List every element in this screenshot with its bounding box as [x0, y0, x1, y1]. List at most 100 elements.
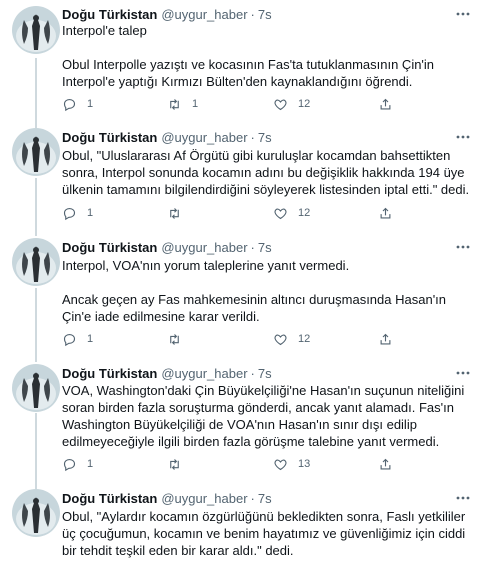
- more-icon[interactable]: [454, 489, 472, 507]
- retweet-icon: [170, 333, 179, 345]
- retweet-button[interactable]: [167, 330, 192, 348]
- share-icon: [380, 98, 391, 109]
- tweet-header: Doğu Türkistan @uygur_haber · 7s: [62, 238, 272, 256]
- tweet-actions: 1 12: [56, 204, 476, 222]
- reply-icon: [63, 333, 76, 346]
- tweet-paragraph: Obul Interpolle yazıştı ve kocasının Fas…: [62, 57, 435, 89]
- share-icon: [380, 207, 391, 218]
- separator-dot: ·: [250, 129, 255, 145]
- author-name[interactable]: Doğu Türkistan: [62, 130, 157, 145]
- retweet-button[interactable]: [167, 204, 192, 222]
- reply-button[interactable]: 1: [62, 455, 93, 473]
- avatar[interactable]: [12, 6, 60, 54]
- tweet-text: Obul, "Aylardır kocamın özgürlüğünü bekl…: [62, 508, 472, 559]
- tweet-timestamp[interactable]: 7s: [258, 7, 272, 22]
- like-count: 12: [298, 207, 311, 219]
- like-button[interactable]: 12: [273, 330, 310, 348]
- tweet-header: Doğu Türkistan @uygur_haber · 7s: [62, 489, 272, 507]
- figure-avatar-icon: [12, 238, 60, 286]
- tweet-paragraph: VOA, Washington'daki Çin Büyükelçiliği'n…: [62, 383, 465, 449]
- heart-icon: [274, 208, 287, 219]
- tweet-header: Doğu Türkistan @uygur_haber · 7s: [62, 364, 272, 382]
- tweet-header: Doğu Türkistan @uygur_haber · 7s: [62, 128, 272, 146]
- separator-dot: ·: [250, 365, 255, 381]
- tweet-paragraph: Ancak geçen ay Fas mahkemesinin altıncı …: [62, 292, 447, 324]
- tweet-thread: Doğu Türkistan @uygur_haber · 7s Interpo…: [0, 0, 486, 563]
- more-icon[interactable]: [454, 128, 472, 146]
- separator-dot: ·: [250, 490, 255, 506]
- avatar[interactable]: [12, 489, 60, 537]
- tweet-actions: 1 12: [56, 330, 476, 348]
- share-button[interactable]: [378, 330, 393, 348]
- share-button[interactable]: [378, 204, 393, 222]
- tweet-paragraph: Obul, "Uluslararası Af Örgütü gibi kurul…: [62, 148, 470, 197]
- share-icon: [380, 333, 391, 344]
- reply-count: 1: [87, 207, 94, 219]
- more-icon[interactable]: [454, 364, 472, 382]
- tweet-paragraph: Interpol'e talep: [62, 23, 147, 38]
- tweet-timestamp[interactable]: 7s: [258, 491, 272, 506]
- share-button[interactable]: [378, 455, 393, 473]
- author-handle[interactable]: @uygur_haber: [161, 491, 247, 506]
- share-icon: [380, 458, 391, 469]
- heart-icon: [274, 334, 287, 345]
- retweet-icon: [170, 98, 179, 110]
- retweet-button[interactable]: [167, 455, 192, 473]
- separator-dot: ·: [250, 239, 255, 255]
- retweet-button[interactable]: 1: [167, 95, 198, 113]
- tweet-actions: 1 1 12: [56, 95, 476, 113]
- tweet-paragraph: Obul, "Aylardır kocamın özgürlüğünü bekl…: [62, 509, 466, 558]
- tweet[interactable]: Doğu Türkistan @uygur_haber · 7s Obul, "…: [0, 122, 486, 234]
- tweet[interactable]: Doğu Türkistan @uygur_haber · 7s Interpo…: [0, 234, 486, 358]
- reply-button[interactable]: 1: [62, 95, 93, 113]
- author-name[interactable]: Doğu Türkistan: [62, 7, 157, 22]
- separator-dot: ·: [250, 6, 255, 22]
- figure-avatar-icon: [12, 128, 60, 176]
- tweet[interactable]: Doğu Türkistan @uygur_haber · 7s Interpo…: [0, 0, 486, 122]
- like-count: 12: [298, 98, 311, 110]
- figure-avatar-icon: [12, 489, 60, 537]
- author-handle[interactable]: @uygur_haber: [161, 130, 247, 145]
- reply-count: 1: [87, 98, 94, 110]
- like-count: 13: [298, 458, 311, 470]
- like-count: 12: [298, 333, 311, 345]
- heart-icon: [274, 99, 287, 110]
- like-button[interactable]: 12: [273, 95, 310, 113]
- retweet-icon: [170, 458, 179, 470]
- more-icon[interactable]: [454, 5, 472, 23]
- reply-icon: [63, 458, 76, 471]
- like-button[interactable]: 13: [273, 455, 310, 473]
- figure-avatar-icon: [12, 6, 60, 54]
- like-button[interactable]: 12: [273, 204, 310, 222]
- tweet-timestamp[interactable]: 7s: [258, 240, 272, 255]
- author-name[interactable]: Doğu Türkistan: [62, 491, 157, 506]
- reply-count: 1: [87, 458, 94, 470]
- tweet[interactable]: Doğu Türkistan @uygur_haber · 7s Obul, "…: [0, 484, 486, 563]
- author-name[interactable]: Doğu Türkistan: [62, 240, 157, 255]
- avatar[interactable]: [12, 128, 60, 176]
- tweet[interactable]: Doğu Türkistan @uygur_haber · 7s VOA, Wa…: [0, 358, 486, 484]
- reply-count: 1: [87, 333, 94, 345]
- author-handle[interactable]: @uygur_haber: [161, 7, 247, 22]
- retweet-icon: [170, 207, 179, 219]
- tweet-timestamp[interactable]: 7s: [258, 366, 272, 381]
- author-handle[interactable]: @uygur_haber: [161, 366, 247, 381]
- author-name[interactable]: Doğu Türkistan: [62, 366, 157, 381]
- share-button[interactable]: [378, 95, 393, 113]
- avatar[interactable]: [12, 238, 60, 286]
- retweet-count: 1: [192, 98, 199, 110]
- avatar[interactable]: [12, 364, 60, 412]
- tweet-paragraph: Interpol, VOA'nın yorum taleplerine yanı…: [62, 258, 350, 273]
- author-handle[interactable]: @uygur_haber: [161, 240, 247, 255]
- reply-icon: [63, 207, 76, 220]
- tweet-text: Obul, "Uluslararası Af Örgütü gibi kurul…: [62, 147, 472, 198]
- tweet-timestamp[interactable]: 7s: [258, 130, 272, 145]
- reply-button[interactable]: 1: [62, 330, 93, 348]
- more-icon[interactable]: [454, 238, 472, 256]
- tweet-header: Doğu Türkistan @uygur_haber · 7s: [62, 5, 272, 23]
- reply-icon: [63, 98, 76, 111]
- reply-button[interactable]: 1: [62, 204, 93, 222]
- figure-avatar-icon: [12, 364, 60, 412]
- tweet-text: Interpol, VOA'nın yorum taleplerine yanı…: [62, 257, 472, 325]
- tweet-actions: 1 13: [56, 455, 476, 473]
